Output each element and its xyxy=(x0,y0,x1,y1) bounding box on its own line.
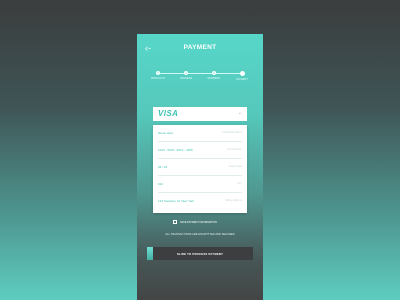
field-hint: Expiry Date xyxy=(229,165,242,168)
card-type-value: VISA xyxy=(158,109,179,118)
phone-screen: ‹- PAYMENT PRODUCTS ADDRESS SHIPMENT PAY… xyxy=(137,34,263,300)
step-payment[interactable]: PAYMENT xyxy=(228,70,256,81)
save-payment-checkbox[interactable] xyxy=(173,220,177,224)
header: ‹- PAYMENT xyxy=(137,42,263,56)
chevron-down-icon[interactable]: ⌄ xyxy=(238,110,242,116)
step-label: PAYMENT xyxy=(236,77,248,81)
field-hint: Card Number xyxy=(226,148,242,151)
expiry-date-field[interactable]: 06 / 24 Expiry Date xyxy=(158,161,242,176)
cvv-field[interactable]: 012 CVV xyxy=(158,178,242,193)
billing-address-field[interactable]: 123 Southern St. New York Billing Addres… xyxy=(158,195,242,209)
field-hint: Cardholder Name xyxy=(222,131,242,134)
field-hint: Billing Address xyxy=(225,199,242,202)
cardholder-name-field[interactable]: Name Here Cardholder Name xyxy=(158,127,242,142)
step-label: ADDRESS xyxy=(179,77,193,80)
card-type-select[interactable]: VISA ⌄ xyxy=(153,107,247,121)
field-value: 06 / 24 xyxy=(158,165,168,169)
slider-label: SLIDE TO PROCESS PAYMENT xyxy=(176,251,224,256)
step-label: SHIPMENT xyxy=(207,77,221,80)
step-shipment[interactable]: SHIPMENT xyxy=(200,71,228,80)
page-title: PAYMENT xyxy=(183,44,217,51)
save-payment-label: SAVE PAYMENT INFORMATION xyxy=(180,220,217,224)
step-label: PRODUCTS xyxy=(150,77,166,80)
field-value: 123 Southern St. New York xyxy=(158,199,195,203)
field-value: 012 xyxy=(158,182,164,186)
step-dot-active-icon xyxy=(239,70,245,76)
security-note: ALL TRANSACTIONS ARE ENCRYPTED AND SECUR… xyxy=(165,233,235,236)
step-dot-icon xyxy=(212,71,216,75)
step-products[interactable]: PRODUCTS xyxy=(144,71,172,80)
checkout-progress: PRODUCTS ADDRESS SHIPMENT PAYMENT xyxy=(137,70,263,85)
step-dot-icon xyxy=(156,71,160,75)
card-number-field[interactable]: 1234 - 5678 - 9012 - 3456 Card Number xyxy=(158,144,242,159)
field-value: Name Here xyxy=(158,131,174,135)
step-dot-icon xyxy=(184,71,188,75)
field-value: 1234 - 5678 - 9012 - 3456 xyxy=(158,148,193,152)
slide-to-pay-slider[interactable]: SLIDE TO PROCESS PAYMENT xyxy=(147,247,253,260)
payment-form: Name Here Cardholder Name 1234 - 5678 - … xyxy=(153,125,247,213)
field-hint: CVV xyxy=(236,182,242,185)
step-address[interactable]: ADDRESS xyxy=(172,71,200,80)
